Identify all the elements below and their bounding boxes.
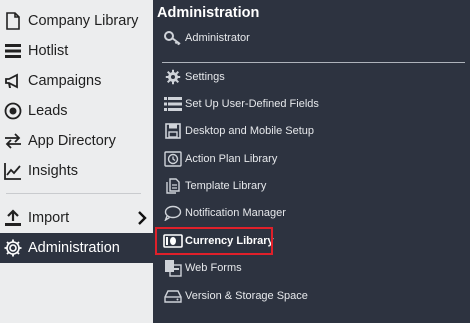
sidebar-item-label: Insights <box>28 163 78 179</box>
sidebar-item-insights[interactable]: Insights <box>0 156 153 186</box>
menu-item-label: Administrator <box>185 32 250 44</box>
sidebar-item-campaigns[interactable]: Campaigns <box>0 66 153 96</box>
swap-arrows-icon <box>2 130 24 152</box>
key-icon <box>163 29 183 47</box>
sidebar-item-label: Campaigns <box>28 73 102 89</box>
selection-highlight-box <box>155 227 273 255</box>
sidebar: Company Library Hotlist Campaigns Leads <box>0 0 153 323</box>
sidebar-item-label: Company Library <box>28 13 139 29</box>
app-root: Company Library Hotlist Campaigns Leads <box>0 0 470 323</box>
menu-item-action-plan-library[interactable]: Action Plan Library <box>163 148 277 170</box>
target-icon <box>2 100 24 122</box>
gear-icon <box>163 68 183 86</box>
clock-icon <box>163 150 183 168</box>
menu-item-label: Notification Manager <box>185 207 286 219</box>
menu-item-label: Web Forms <box>185 262 242 274</box>
menu-item-user-defined-fields[interactable]: Set Up User-Defined Fields <box>163 93 319 115</box>
menu-item-template-library[interactable]: Template Library <box>163 175 266 197</box>
trend-chart-icon <box>2 160 24 182</box>
sidebar-item-leads[interactable]: Leads <box>0 96 153 126</box>
sidebar-item-hotlist[interactable]: Hotlist <box>0 36 153 66</box>
administration-flyout: Administration Administrator Settings Se… <box>153 0 470 323</box>
chevron-right-icon[interactable] <box>137 203 147 233</box>
sidebar-item-administration[interactable]: Administration <box>0 233 153 263</box>
sidebar-item-app-directory[interactable]: App Directory <box>0 126 153 156</box>
flyout-divider <box>162 62 465 63</box>
document-icon <box>2 10 24 32</box>
menu-item-administrator[interactable]: Administrator <box>163 27 250 49</box>
list-icon <box>2 40 24 62</box>
sidebar-divider <box>6 193 141 194</box>
menu-item-label: Version & Storage Space <box>185 290 308 302</box>
megaphone-icon <box>2 70 24 92</box>
list-icon <box>163 95 183 113</box>
menu-item-version-storage[interactable]: Version & Storage Space <box>163 285 308 307</box>
floppy-icon <box>163 122 183 140</box>
sidebar-item-label: Hotlist <box>28 43 69 59</box>
sidebar-item-label: Import <box>28 210 70 226</box>
menu-item-label: Action Plan Library <box>185 153 278 165</box>
template-icon <box>163 177 183 195</box>
upload-icon <box>2 207 24 229</box>
chat-bubble-icon <box>163 204 183 222</box>
sidebar-item-label: Administration <box>28 240 120 256</box>
gear-icon <box>2 237 24 259</box>
menu-item-web-forms[interactable]: Web Forms <box>163 257 242 279</box>
menu-item-desktop-mobile-setup[interactable]: Desktop and Mobile Setup <box>163 120 314 142</box>
web-forms-icon <box>163 259 183 277</box>
sidebar-item-label: Leads <box>28 103 68 119</box>
sidebar-item-import[interactable]: Import <box>0 203 153 233</box>
sidebar-item-company-library[interactable]: Company Library <box>0 6 153 36</box>
menu-item-label: Template Library <box>185 180 267 192</box>
flyout-title: Administration <box>157 5 260 21</box>
menu-item-label: Settings <box>185 71 225 83</box>
menu-item-label: Desktop and Mobile Setup <box>185 125 315 137</box>
menu-item-notification-manager[interactable]: Notification Manager <box>163 202 286 224</box>
menu-item-settings[interactable]: Settings <box>163 66 225 88</box>
sidebar-item-label: App Directory <box>28 133 116 149</box>
menu-item-label: Set Up User-Defined Fields <box>185 98 319 110</box>
drive-icon <box>163 287 183 305</box>
